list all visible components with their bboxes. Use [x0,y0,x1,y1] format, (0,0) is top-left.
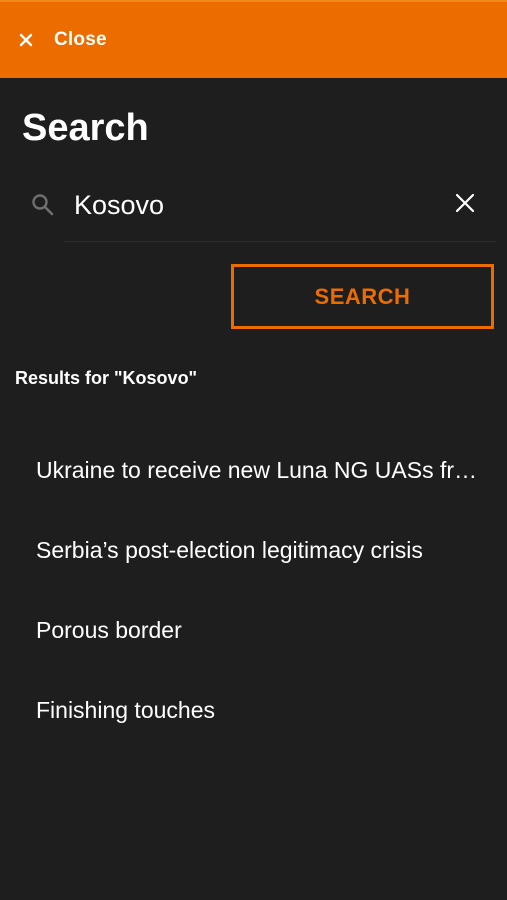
result-item[interactable]: Serbia’s post-election legitimacy crisis [0,510,507,590]
search-button[interactable]: SEARCH [231,264,494,329]
result-item[interactable]: Finishing touches [0,670,507,750]
result-item[interactable]: Ukraine to receive new Luna NG UASs from… [0,430,507,510]
results-heading: Results for "Kosovo" [15,368,198,388]
top-bar: Close [0,0,507,78]
close-label: Close [54,29,107,50]
search-bar [22,172,496,242]
result-item[interactable]: Porous border [0,590,507,670]
search-icon [30,192,56,218]
close-button[interactable]: Close [18,22,107,58]
close-icon [18,32,34,48]
results-list: Ukraine to receive new Luna NG UASs from… [0,430,507,750]
search-input[interactable] [64,180,464,230]
search-screen: Close Search SEARCH Results for "Kosovo"… [0,0,507,900]
search-underline [64,241,496,242]
page-title: Search [22,107,149,149]
clear-icon[interactable] [452,190,478,216]
